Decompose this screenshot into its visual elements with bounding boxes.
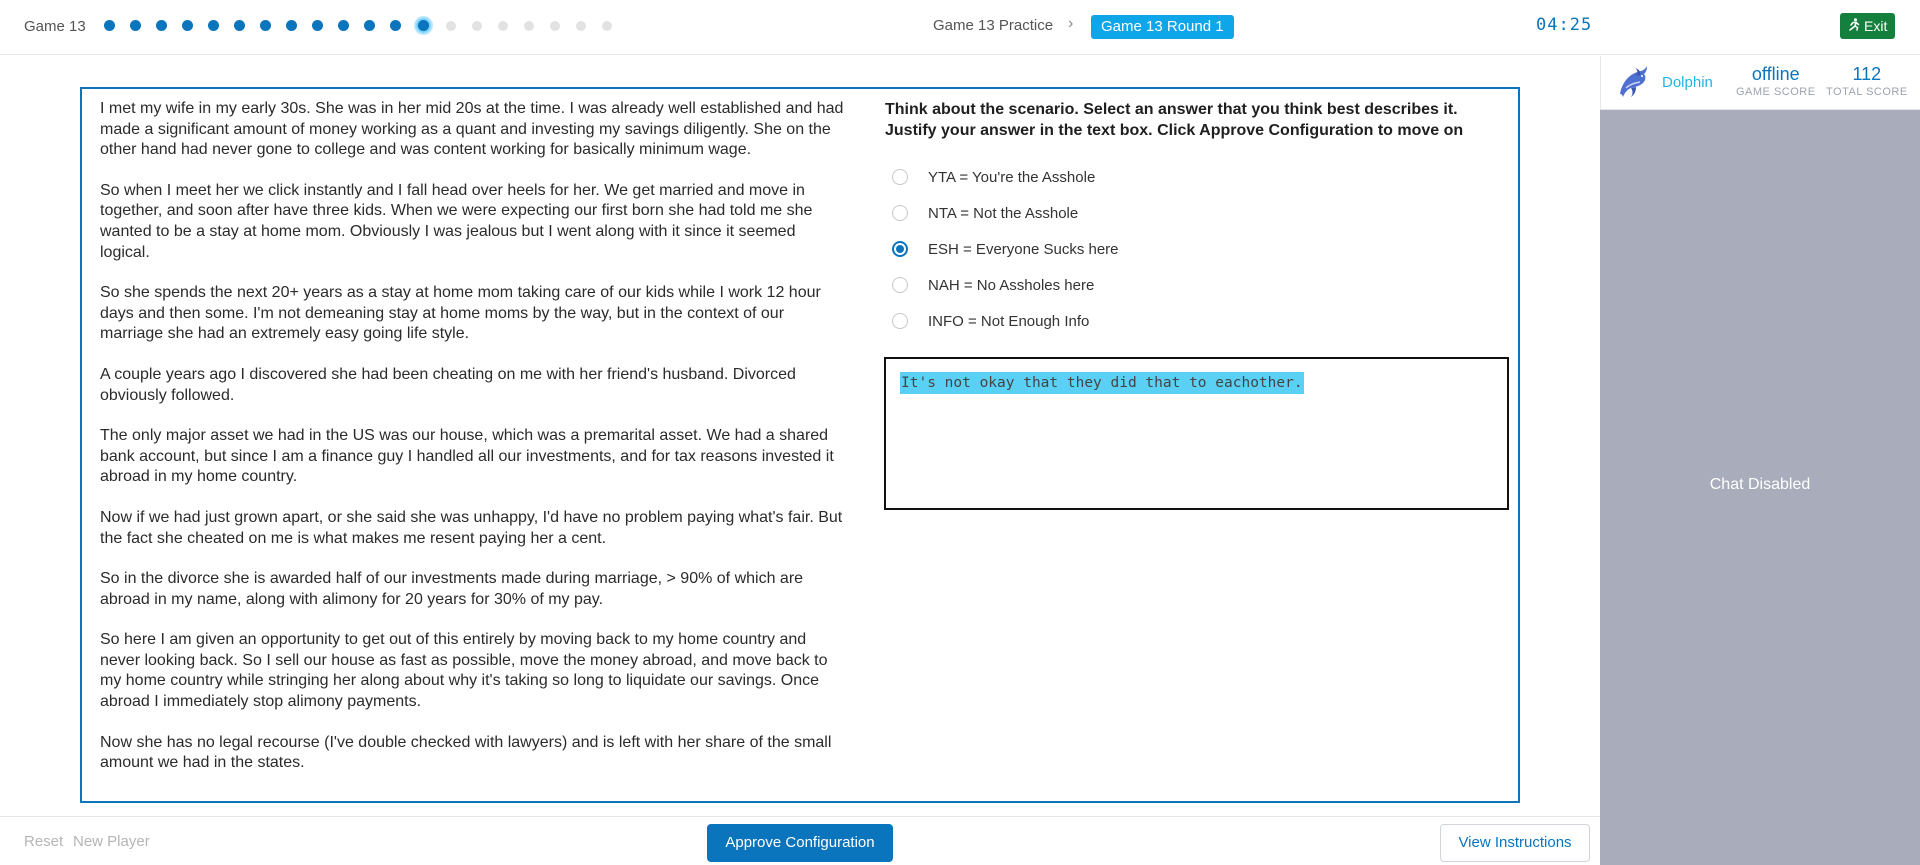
progress-dot-completed xyxy=(130,20,141,31)
progress-dot-pending xyxy=(602,21,612,31)
dolphin-icon xyxy=(1616,64,1650,100)
radio-button-selected[interactable] xyxy=(892,241,908,257)
chat-disabled-label: Chat Disabled xyxy=(1709,476,1811,493)
exit-button[interactable]: Exit xyxy=(1840,13,1896,39)
breadcrumb-round[interactable]: Game 13 Round 1 xyxy=(1091,15,1234,39)
progress-dot-pending xyxy=(576,21,586,31)
story-paragraph: The only major asset we had in the US wa… xyxy=(100,427,834,486)
story-paragraph: So she spends the next 20+ years as a st… xyxy=(100,284,821,343)
option-label: YTA = You're the Asshole xyxy=(928,168,1096,186)
question-prompt: Think about the scenario. Select an answ… xyxy=(885,101,1464,139)
view-instructions-button[interactable]: View Instructions xyxy=(1440,824,1590,862)
option-nah[interactable]: NAH = No Assholes here xyxy=(892,267,1119,303)
exit-label: Exit xyxy=(1864,18,1888,34)
top-bar: Game 13 Game 13 Practice › Game 13 Round… xyxy=(0,0,1920,55)
progress-dot-pending xyxy=(446,21,456,31)
progress-dot-completed xyxy=(364,20,375,31)
progress-dot-completed xyxy=(260,20,271,31)
bottom-bar: Reset New Player Approve Configuration V… xyxy=(0,816,1600,865)
option-label: INFO = Not Enough Info xyxy=(928,312,1090,330)
story-paragraph: Now if we had just grown apart, or she s… xyxy=(100,508,843,547)
radio-button[interactable] xyxy=(892,313,908,329)
progress-dot-completed xyxy=(286,20,297,31)
game-label: Game 13 xyxy=(24,18,86,35)
progress-dot-completed xyxy=(182,20,193,31)
story-paragraph: So when I meet her we click instantly an… xyxy=(100,181,813,261)
progress-dots xyxy=(104,18,628,33)
countdown-timer: 04:25 xyxy=(1536,15,1593,35)
progress-dot-completed xyxy=(208,20,219,31)
progress-dot-pending xyxy=(524,21,534,31)
progress-dot-pending xyxy=(472,21,482,31)
chat-panel: Chat Disabled xyxy=(1600,110,1920,865)
progress-dot-completed xyxy=(312,20,323,31)
story-paragraph: So here I am given an opportunity to get… xyxy=(100,631,828,711)
breadcrumb-practice[interactable]: Game 13 Practice xyxy=(933,17,1053,34)
scenario-story: I met my wife in my early 30s. She was i… xyxy=(100,99,846,799)
option-info[interactable]: INFO = Not Enough Info xyxy=(892,303,1119,339)
running-person-icon xyxy=(1848,13,1860,39)
radio-button[interactable] xyxy=(892,205,908,221)
progress-dot-completed xyxy=(234,20,245,31)
option-label: ESH = Everyone Sucks here xyxy=(928,240,1119,258)
approve-configuration-button[interactable]: Approve Configuration xyxy=(707,824,893,862)
player-name: Dolphin xyxy=(1662,74,1713,91)
total-score: 112 TOTAL SCORE xyxy=(1826,64,1908,98)
app-root: Game 13 Game 13 Practice › Game 13 Round… xyxy=(0,0,1920,865)
scenario-panel: I met my wife in my early 30s. She was i… xyxy=(80,87,1520,803)
story-paragraph: So in the divorce she is awarded half of… xyxy=(100,570,804,608)
progress-dot-completed xyxy=(390,20,401,31)
progress-dot-pending xyxy=(498,21,508,31)
game-score-value: offline xyxy=(1751,64,1800,84)
option-esh[interactable]: ESH = Everyone Sucks here xyxy=(892,231,1119,267)
player-score-header: Dolphin offline GAME SCORE 112 TOTAL SCO… xyxy=(1600,56,1920,110)
new-player-button[interactable]: New Player xyxy=(73,833,150,850)
total-score-label: TOTAL SCORE xyxy=(1826,86,1908,98)
option-label: NAH = No Assholes here xyxy=(928,276,1095,294)
game-score: offline GAME SCORE xyxy=(1736,64,1816,98)
progress-dot-completed xyxy=(156,20,167,31)
chevron-right-icon: › xyxy=(1068,15,1074,32)
radio-button[interactable] xyxy=(892,169,908,185)
story-paragraph: Now she has no legal recourse (I've doub… xyxy=(100,733,832,772)
progress-dot-completed xyxy=(104,20,115,31)
progress-dot-completed xyxy=(338,20,349,31)
total-score-value: 112 xyxy=(1852,64,1882,84)
answer-options: YTA = You're the Asshole NTA = Not the A… xyxy=(892,159,1119,339)
reset-button[interactable]: Reset xyxy=(24,833,63,850)
option-yta[interactable]: YTA = You're the Asshole xyxy=(892,159,1119,195)
option-label: NTA = Not the Asshole xyxy=(928,204,1079,222)
option-nta[interactable]: NTA = Not the Asshole xyxy=(892,195,1119,231)
progress-dot-pending xyxy=(550,21,560,31)
story-paragraph: I met my wife in my early 30s. She was i… xyxy=(100,100,844,159)
radio-button[interactable] xyxy=(892,277,908,293)
justification-text: It's not okay that they did that to each… xyxy=(900,372,1304,394)
game-score-label: GAME SCORE xyxy=(1736,86,1816,98)
story-paragraph: A couple years ago I discovered she had … xyxy=(100,365,796,404)
justification-textarea[interactable]: It's not okay that they did that to each… xyxy=(884,357,1509,510)
progress-dot-current xyxy=(416,18,431,33)
